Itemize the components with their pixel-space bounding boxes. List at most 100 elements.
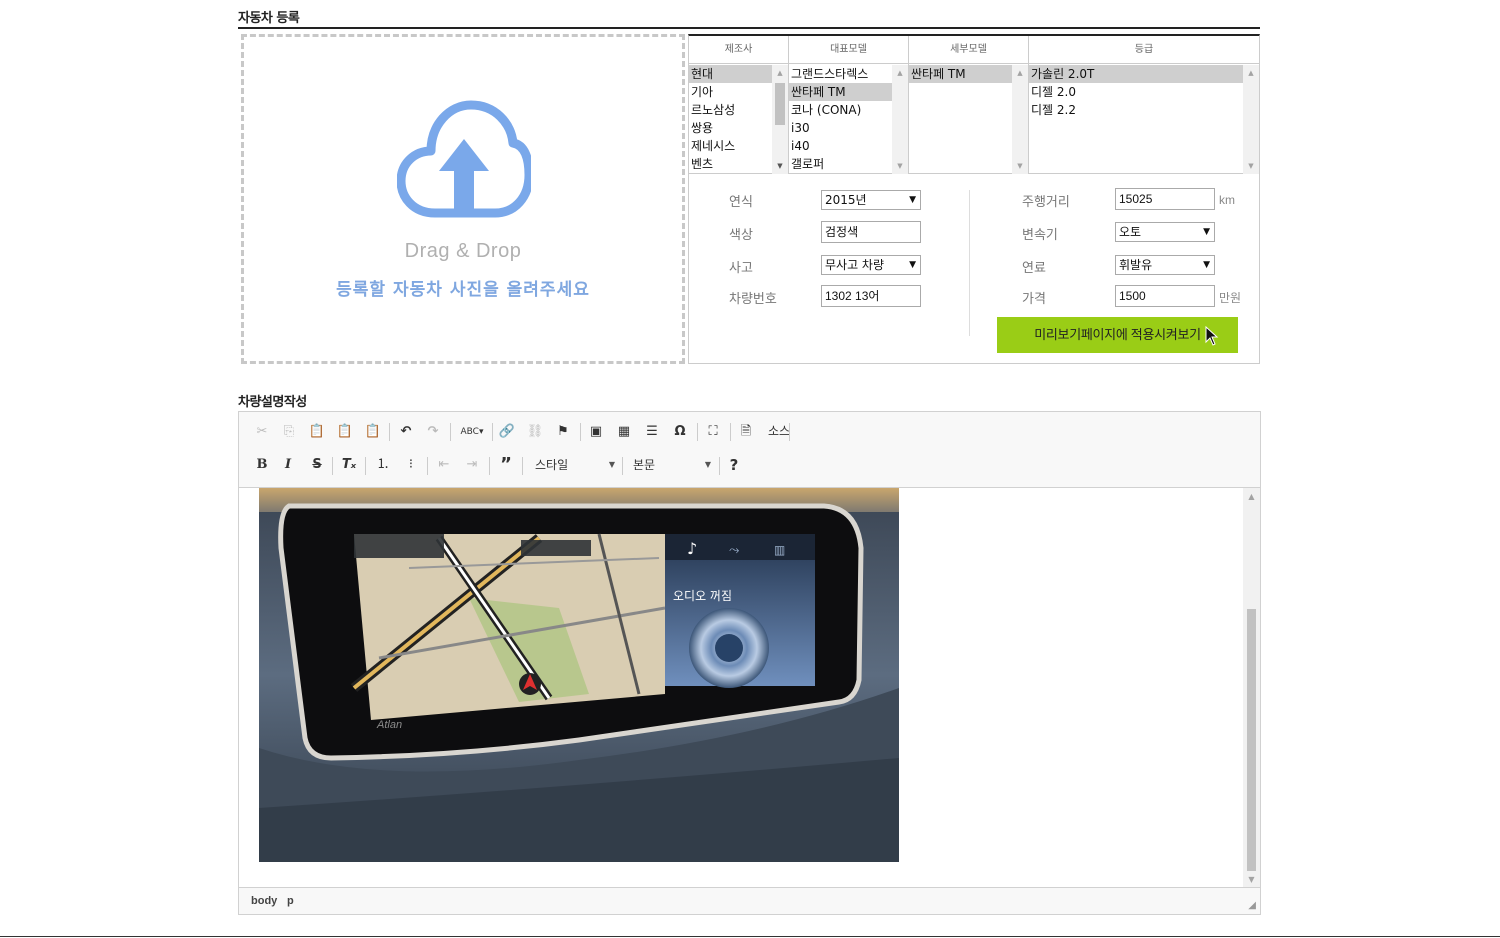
list-item[interactable]: 벤츠 bbox=[689, 155, 772, 173]
bulleted-list-icon[interactable]: ⁝ bbox=[400, 454, 422, 476]
list-item[interactable]: i30 bbox=[789, 119, 892, 137]
submodel-list[interactable]: 싼타페 TM bbox=[909, 65, 1012, 174]
format-combo[interactable]: 본문 ▼ bbox=[629, 454, 711, 476]
list-item[interactable]: 르노삼성 bbox=[689, 101, 772, 119]
scroll-down-icon[interactable]: ▼ bbox=[892, 158, 908, 174]
style-combo[interactable]: 스타일 ▼ bbox=[531, 454, 615, 476]
source-icon[interactable]: 🗎 bbox=[735, 421, 757, 443]
strike-icon[interactable]: S bbox=[306, 454, 328, 476]
list-item[interactable]: 제네시스 bbox=[689, 137, 772, 155]
scroll-down-icon[interactable]: ▼ bbox=[1243, 158, 1259, 174]
svg-text:⤳: ⤳ bbox=[729, 543, 740, 558]
bold-icon[interactable]: B bbox=[251, 454, 273, 476]
photo-upload-dropzone[interactable]: Drag & Drop 등록할 자동차 사진을 올려주세요 bbox=[241, 34, 685, 364]
scroll-up-icon[interactable]: ▲ bbox=[1243, 488, 1260, 505]
list-item[interactable]: 디젤 2.0 bbox=[1029, 83, 1243, 101]
dropdown-arrow-icon: ▼ bbox=[909, 260, 916, 270]
model-scrollbar[interactable]: ▲ ▼ bbox=[892, 65, 908, 174]
fuel-select[interactable]: 휘발유 ▼ bbox=[1115, 255, 1215, 275]
mileage-input[interactable]: 15025 bbox=[1115, 188, 1215, 210]
manufacturer-scrollbar[interactable]: ▲ ▼ bbox=[772, 65, 788, 174]
scroll-down-icon[interactable]: ▼ bbox=[1243, 871, 1260, 888]
scroll-up-icon[interactable]: ▲ bbox=[892, 65, 908, 81]
list-item[interactable]: 쌍용 bbox=[689, 119, 772, 137]
fuel-label: 연료 bbox=[1022, 261, 1046, 276]
paste-text-icon[interactable]: 📋 bbox=[334, 421, 356, 443]
year-select[interactable]: 2015년 ▼ bbox=[821, 190, 921, 210]
path-crumb-body[interactable]: body bbox=[251, 895, 277, 907]
scroll-down-icon[interactable]: ▼ bbox=[1012, 158, 1028, 174]
resize-handle-icon[interactable]: ◢ bbox=[1248, 900, 1256, 911]
table-icon[interactable]: ▦ bbox=[613, 421, 635, 443]
color-input[interactable]: 검정색 bbox=[821, 221, 921, 243]
cut-icon[interactable]: ✂ bbox=[251, 421, 273, 443]
scroll-down-icon[interactable]: ▼ bbox=[772, 158, 788, 174]
grade-list[interactable]: 가솔린 2.0T 디젤 2.0 디젤 2.2 bbox=[1029, 65, 1243, 174]
svg-text:♪: ♪ bbox=[687, 539, 697, 558]
scroll-up-icon[interactable]: ▲ bbox=[1243, 65, 1259, 81]
color-label: 색상 bbox=[729, 228, 753, 243]
transmission-select[interactable]: 오토 ▼ bbox=[1115, 222, 1215, 242]
maximize-icon[interactable]: ⛶ bbox=[702, 421, 724, 443]
undo-icon[interactable]: ↶ bbox=[395, 421, 417, 443]
manufacturer-list[interactable]: 현대 기아 르노삼성 쌍용 제네시스 벤츠 bbox=[689, 65, 772, 174]
accident-select[interactable]: 무사고 차량 ▼ bbox=[821, 255, 921, 275]
horizontal-line-icon[interactable]: ☰ bbox=[641, 421, 663, 443]
list-item[interactable]: 싼타페 TM bbox=[789, 83, 892, 101]
list-item[interactable]: 그랜드스타렉스 bbox=[789, 65, 892, 83]
paste-icon[interactable]: 📋 bbox=[306, 421, 328, 443]
model-column: 대표모델 그랜드스타렉스 싼타페 TM 코나 (CONA) i30 i40 갤로… bbox=[789, 36, 909, 174]
price-input[interactable]: 1500 bbox=[1115, 285, 1215, 307]
blockquote-icon[interactable]: ” bbox=[495, 454, 517, 476]
indent-icon[interactable]: ⇥ bbox=[461, 454, 483, 476]
path-crumb-p[interactable]: p bbox=[287, 895, 294, 907]
scroll-thumb[interactable] bbox=[1247, 609, 1256, 871]
upload-hint-text: 등록할 자동차 사진을 올려주세요 bbox=[336, 280, 590, 300]
anchor-flag-icon[interactable]: ⚑ bbox=[552, 421, 574, 443]
list-item[interactable]: 싼타페 TM bbox=[909, 65, 1012, 83]
apply-preview-button[interactable]: 미리보기페이지에 적용시켜보기 bbox=[997, 317, 1238, 353]
help-icon[interactable]: ? bbox=[723, 454, 745, 476]
scroll-up-icon[interactable]: ▲ bbox=[772, 65, 788, 81]
redo-icon[interactable]: ↷ bbox=[422, 421, 444, 443]
car-detail-form: 연식 2015년 ▼ 색상 검정색 사고 무사고 차량 ▼ 차량번호 1302 … bbox=[688, 174, 1260, 364]
list-item[interactable]: 기아 bbox=[689, 83, 772, 101]
remove-format-icon[interactable]: Tₓ bbox=[338, 454, 360, 476]
outdent-icon[interactable]: ⇤ bbox=[433, 454, 455, 476]
list-item[interactable]: 가솔린 2.0T bbox=[1029, 65, 1243, 83]
special-char-icon[interactable]: Ω bbox=[669, 421, 691, 443]
scroll-up-icon[interactable]: ▲ bbox=[1012, 65, 1028, 81]
editor-toolbar: ✂ ⎘ 📋 📋 📋 ↶ ↷ ABC▾ 🔗 ⛓ ⚑ ▣ ▦ ☰ Ω ⛶ 🗎 소스 … bbox=[239, 412, 1260, 488]
toolbar-separator bbox=[492, 423, 493, 441]
copy-icon[interactable]: ⎘ bbox=[278, 421, 300, 443]
scroll-thumb[interactable] bbox=[775, 83, 785, 125]
year-label: 연식 bbox=[729, 195, 753, 210]
list-item[interactable]: 디젤 2.2 bbox=[1029, 101, 1243, 119]
toolbar-separator bbox=[389, 423, 390, 441]
dropdown-arrow-icon: ▼ bbox=[608, 460, 615, 469]
list-item[interactable]: i40 bbox=[789, 137, 892, 155]
list-item[interactable]: 갤로퍼 bbox=[789, 155, 892, 173]
plate-input[interactable]: 1302 13어 bbox=[821, 285, 921, 307]
list-item[interactable]: 현대 bbox=[689, 65, 772, 83]
link-icon[interactable]: 🔗 bbox=[496, 421, 518, 443]
list-item[interactable]: 코나 (CONA) bbox=[789, 101, 892, 119]
spellcheck-icon[interactable]: ABC▾ bbox=[458, 421, 486, 443]
source-button-label[interactable]: 소스 bbox=[768, 422, 790, 439]
mouse-cursor-icon bbox=[1205, 326, 1219, 346]
grade-scrollbar[interactable]: ▲ ▼ bbox=[1243, 65, 1259, 174]
submodel-scrollbar[interactable]: ▲ ▼ bbox=[1012, 65, 1028, 174]
editor-content[interactable]: ♪ ⤳ ▥ 오디오 꺼짐 Atlan ▲ ▼ bbox=[239, 488, 1260, 888]
toolbar-separator bbox=[789, 423, 790, 441]
model-list[interactable]: 그랜드스타렉스 싼타페 TM 코나 (CONA) i30 i40 갤로퍼 bbox=[789, 65, 892, 174]
image-icon[interactable]: ▣ bbox=[585, 421, 607, 443]
paste-word-icon[interactable]: 📋 bbox=[362, 421, 384, 443]
numbered-list-icon[interactable]: ⒈ bbox=[372, 454, 394, 476]
italic-icon[interactable]: I bbox=[277, 454, 299, 476]
dropdown-arrow-icon: ▼ bbox=[704, 460, 711, 469]
unlink-icon[interactable]: ⛓ bbox=[524, 421, 546, 443]
content-scrollbar[interactable]: ▲ ▼ bbox=[1243, 488, 1260, 888]
photo-overlay-text: 오디오 꺼짐 bbox=[673, 589, 732, 603]
mileage-label: 주행거리 bbox=[1022, 195, 1070, 210]
plate-label: 차량번호 bbox=[729, 292, 777, 307]
